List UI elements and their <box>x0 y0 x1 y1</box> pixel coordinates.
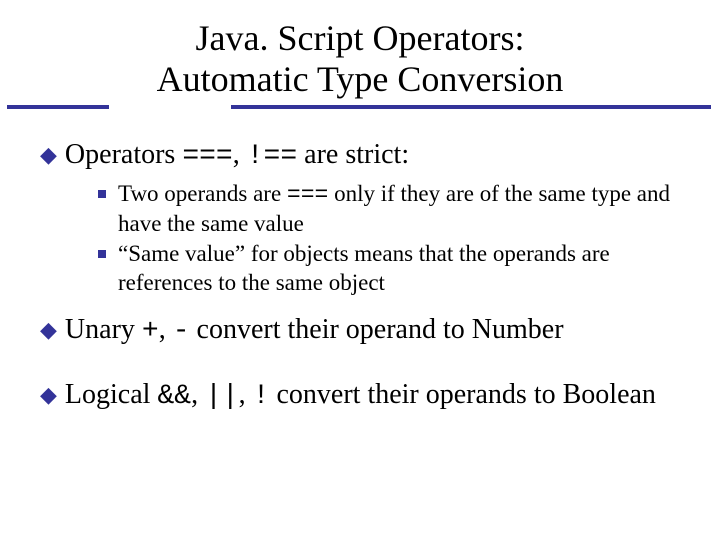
text-fragment: Two operands are <box>118 181 287 206</box>
code-fragment: ! <box>253 381 270 412</box>
diamond-bullet-icon: ◆ <box>40 316 57 344</box>
square-bullet-icon <box>98 250 106 258</box>
title-line-2-text: Automatic Type Conversion <box>157 59 564 99</box>
text-fragment: Operators <box>65 139 182 170</box>
text-fragment: , <box>159 314 173 345</box>
bullet-text: Operators ===, !== are strict: <box>65 137 409 174</box>
title-line-1: Java. Script Operators: <box>0 18 720 59</box>
sub-bullet-group: Two operands are === only if they are of… <box>40 180 688 298</box>
title-underline-right <box>231 105 711 109</box>
bullet-level2: Two operands are === only if they are of… <box>98 180 688 239</box>
spacer <box>40 355 688 377</box>
text-fragment: Unary <box>65 314 142 345</box>
slide-title: Java. Script Operators: Automatic Type C… <box>0 0 720 101</box>
code-fragment: === <box>182 141 232 172</box>
text-fragment: Logical <box>65 379 158 410</box>
bullet-text: Logical &&, ||, ! convert their operands… <box>65 377 656 414</box>
bullet-level2: “Same value” for objects means that the … <box>98 240 688 298</box>
code-fragment: === <box>287 182 328 208</box>
bullet-level1: ◆ Logical &&, ||, ! convert their operan… <box>40 377 688 414</box>
title-underline-left <box>7 105 109 109</box>
text-fragment: “Same value” for objects means that the … <box>118 241 610 295</box>
text-fragment: convert their operands to Boolean <box>269 379 655 410</box>
bullet-text: “Same value” for objects means that the … <box>118 240 688 298</box>
bullet-level1: ◆ Unary +, - convert their operand to Nu… <box>40 312 688 349</box>
text-fragment: convert their operand to Number <box>190 314 564 345</box>
bullet-text: Two operands are === only if they are of… <box>118 180 688 239</box>
code-fragment: !== <box>247 141 297 172</box>
code-fragment: - <box>173 316 190 347</box>
slide-body: ◆ Operators ===, !== are strict: Two ope… <box>0 101 720 414</box>
code-fragment: && <box>157 381 191 412</box>
diamond-bullet-icon: ◆ <box>40 141 57 169</box>
code-fragment: + <box>142 316 159 347</box>
title-line-2: Automatic Type Conversion <box>157 59 564 100</box>
diamond-bullet-icon: ◆ <box>40 381 57 409</box>
square-bullet-icon <box>98 190 106 198</box>
text-fragment: , <box>191 379 205 410</box>
text-fragment: , <box>239 379 253 410</box>
bullet-text: Unary +, - convert their operand to Numb… <box>65 312 564 349</box>
slide: Java. Script Operators: Automatic Type C… <box>0 0 720 540</box>
bullet-level1: ◆ Operators ===, !== are strict: <box>40 137 688 174</box>
code-fragment: || <box>205 381 239 412</box>
text-fragment: , <box>233 139 247 170</box>
text-fragment: are strict: <box>297 139 409 170</box>
